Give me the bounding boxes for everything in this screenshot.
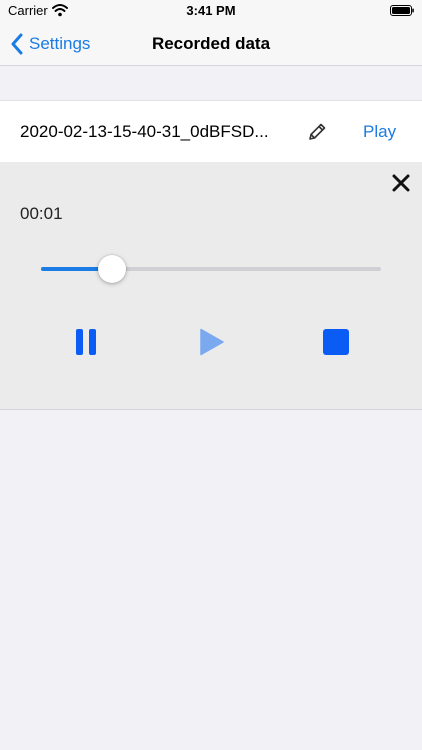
battery-icon [390,5,414,16]
recording-row[interactable]: 2020-02-13-15-40-31_0dBFSD... Play [0,100,422,162]
status-bar: Carrier 3:41 PM [0,0,422,22]
close-icon[interactable] [390,172,412,194]
elapsed-time: 00:01 [20,204,63,223]
slider-thumb[interactable] [98,255,127,283]
pause-button[interactable] [73,328,101,356]
navigation-bar: Settings Recorded data [0,22,422,66]
page-title: Recorded data [151,34,271,53]
play-button[interactable] [197,328,225,356]
pause-icon [76,329,96,355]
stop-icon [323,329,349,355]
audio-player-panel: 00:01 [0,162,422,410]
playback-slider[interactable] [41,254,381,284]
recording-file-name: 2020-02-13-15-40-31_0dBFSD... [20,122,269,141]
status-time: 3:41 PM [186,3,236,18]
pencil-icon[interactable] [306,121,328,143]
play-icon [200,328,224,356]
play-link[interactable]: Play [363,122,396,142]
stop-button[interactable] [322,328,350,356]
